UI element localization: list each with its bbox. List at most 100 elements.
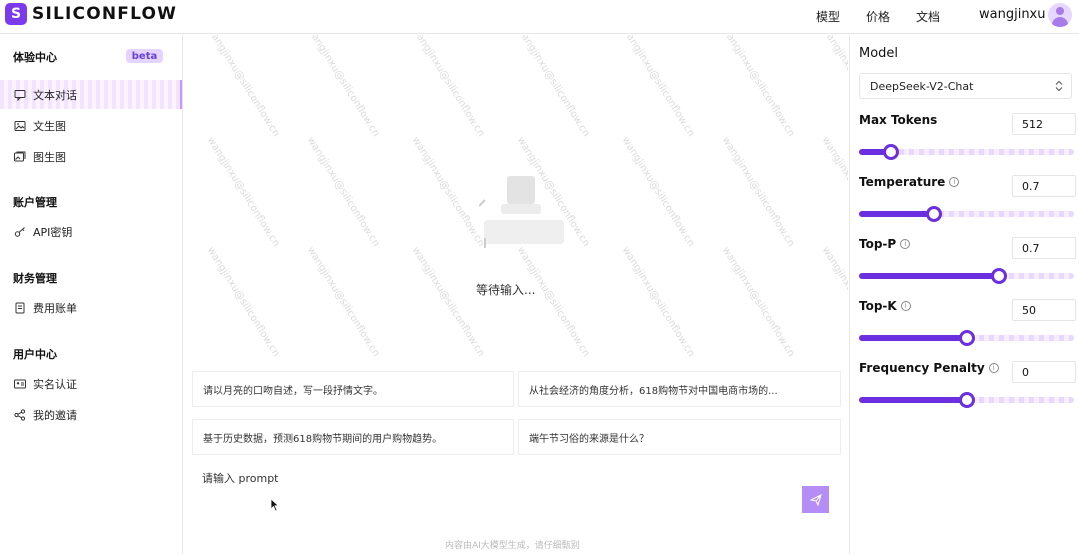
watermark-text: wangjinxu@siliconflow.cn [204,135,282,249]
max-tokens-slider[interactable] [859,144,1074,160]
model-label: Model [859,46,899,61]
sidebar-item-billing[interactable]: 费用账单 [0,293,182,322]
max-tokens-value-input[interactable]: 512 [1012,113,1076,135]
username[interactable]: wangjinxu [979,7,1046,22]
logo-text[interactable]: SILICONFLOW [32,4,177,24]
sidebar-item-label: 文本对话 [33,88,77,102]
suggestion-card[interactable]: 基于历史数据，预测618购物节期间的用户购物趋势。 [192,419,514,455]
temperature-slider[interactable] [859,206,1074,222]
section-title-account: 账户管理 [13,196,57,209]
sidebar-item-label: 我的邀请 [33,408,77,422]
slider-thumb[interactable] [926,206,943,222]
watermark-text: wangjinxu@siliconflow.cn [719,35,797,139]
suggestion-card[interactable]: 从社会经济的角度分析，618购物节对中国电商市场的... [518,371,841,407]
share-icon [14,408,26,421]
max-tokens-label-text: Max Tokens [859,113,938,127]
images-icon [14,151,26,163]
watermark-text: wangjinxu@siliconflow.cn [719,135,797,249]
watermark-text: wangjinxu@siliconflow.cn [304,35,382,139]
info-icon[interactable]: i [949,177,960,187]
send-button[interactable] [802,486,829,513]
slider-thumb[interactable] [883,144,900,160]
empty-state-text: 等待输入... [476,283,536,297]
max-tokens-label: Max Tokens [859,113,937,127]
temperature-label: Temperature i [859,175,960,189]
frequency-penalty-slider[interactable] [859,392,1074,408]
sidebar-item-verification[interactable]: 实名认证 [0,369,182,398]
top-bar: S SILICONFLOW 模型 价格 文档 wangjinxu [0,0,1079,34]
top-k-slider[interactable] [859,330,1074,346]
send-icon [809,493,822,506]
slider-thumb[interactable] [990,268,1007,284]
sidebar-item-label: 费用账单 [33,301,77,315]
beta-badge: beta [126,49,163,63]
sidebar-item-invitations[interactable]: 我的邀请 [0,400,182,429]
logo-icon[interactable]: S [5,3,27,25]
frequency-penalty-value-input[interactable]: 0 [1012,361,1076,383]
prompt-box [192,465,841,540]
sidebar-item-image-to-image[interactable]: 图生图 [0,142,182,171]
slider-thumb[interactable] [958,330,975,346]
watermark-text: wangjinxu@siliconflow.cn [204,245,282,359]
sidebar: 体验中心 beta 文本对话 文生图 图生图 账户管理 API密钥 财务管理 费… [0,35,183,554]
watermark-text: wangjinxu@siliconflow.cn [619,245,697,359]
watermark-text: wangjinxu@siliconflow.cn [514,35,592,139]
sidebar-item-label: API密钥 [33,225,73,239]
chat-icon [14,89,26,101]
info-icon[interactable]: i [900,239,911,249]
nav-models[interactable]: 模型 [816,8,840,25]
slider-thumb[interactable] [958,392,975,408]
empty-state-illustration [478,170,569,250]
chevron-updown-icon [1055,80,1063,95]
watermark-text: wangjinxu@siliconflow.cn [719,245,797,359]
top-k-label: Top-K i [859,299,911,313]
sidebar-item-label: 图生图 [33,150,66,164]
nav-pricing[interactable]: 价格 [866,8,890,25]
settings-panel: Model DeepSeek-V2-Chat Max Tokens 512 Temp… [849,35,1079,554]
section-title-finance: 财务管理 [13,272,57,285]
key-icon [14,226,26,238]
top-p-label: Top-P i [859,237,911,251]
chat-area: wangjinxu@siliconflow.cn wangjinxu@silico… [184,35,848,554]
sidebar-item-label: 实名认证 [33,377,77,391]
slider-fill [859,335,967,341]
watermark-text: wangjinxu@siliconflow.cn [409,35,487,139]
sidebar-item-text-chat[interactable]: 文本对话 [0,80,182,109]
info-icon[interactable]: i [988,363,999,373]
watermark-text: wangjinxu@siliconflow.cn [819,135,848,249]
section-title-experience: 体验中心 [13,51,57,64]
watermark-text: wangjinxu@siliconflow.cn [409,135,487,249]
suggestion-card[interactable]: 端午节习俗的来源是什么？ [518,419,841,455]
id-card-icon [14,378,26,390]
model-select-value: DeepSeek-V2-Chat [870,79,974,93]
mouse-cursor-icon [270,497,280,516]
top-k-value-input[interactable]: 50 [1012,299,1076,321]
watermark-text: wangjinxu@siliconflow.cn [619,35,697,139]
watermark-text: wangjinxu@siliconflow.cn [819,35,848,139]
prompt-input[interactable] [202,472,762,485]
image-icon [14,120,26,132]
top-k-label-text: Top-K [859,299,897,313]
watermark-text: wangjinxu@siliconflow.cn [514,245,592,359]
avatar[interactable] [1048,3,1072,27]
disclaimer-text: 内容由AI大模型生成，请仔细甄别 [445,541,580,551]
section-title-user: 用户中心 [13,348,57,361]
top-p-value-input[interactable]: 0.7 [1012,237,1076,259]
nav-docs[interactable]: 文档 [916,8,940,25]
slider-fill [859,397,967,403]
temperature-value-input[interactable]: 0.7 [1012,175,1076,197]
top-p-slider[interactable] [859,268,1074,284]
sidebar-item-api-keys[interactable]: API密钥 [0,217,182,246]
bill-icon [14,302,26,314]
suggestion-card[interactable]: 请以月亮的口吻自述，写一段抒情文字。 [192,371,514,407]
watermark-text: wangjinxu@siliconflow.cn [204,35,282,139]
model-select[interactable]: DeepSeek-V2-Chat [859,73,1072,99]
slider-fill [859,273,999,279]
slider-fill [859,211,935,217]
watermark-text: wangjinxu@siliconflow.cn [304,245,382,359]
temperature-label-text: Temperature [859,175,946,189]
sidebar-item-text-to-image[interactable]: 文生图 [0,111,182,140]
top-p-label-text: Top-P [859,237,897,251]
watermark-text: wangjinxu@siliconflow.cn [304,135,382,249]
info-icon[interactable]: i [900,301,911,311]
